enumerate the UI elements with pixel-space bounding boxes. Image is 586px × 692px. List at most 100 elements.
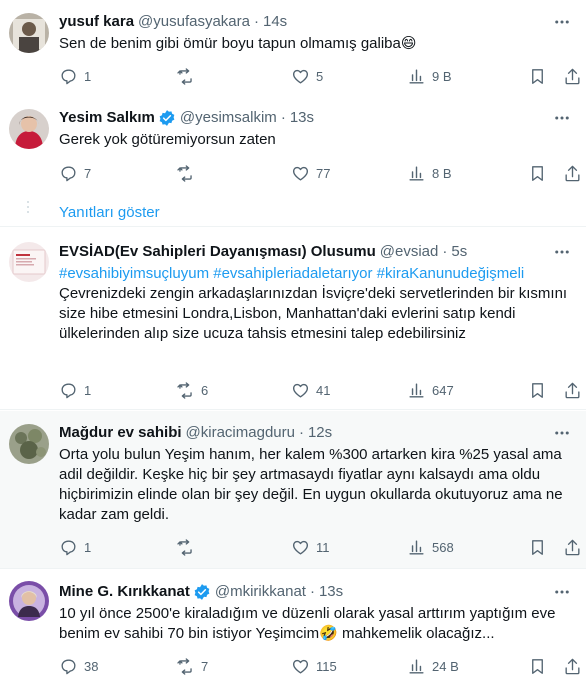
avatar[interactable] [9, 242, 49, 282]
tweet-hashtags[interactable]: #evsahibiyimsuçluyum #evsahipleriadaleta… [59, 264, 572, 284]
like-button[interactable]: 115 [291, 656, 337, 676]
separator-dot: · [309, 583, 315, 600]
tweet-0[interactable]: yusuf kara @yusufasyakara · 14s Sen de b… [0, 0, 586, 103]
retweet-icon [177, 538, 192, 556]
bookmark-button[interactable] [528, 163, 547, 183]
author-name[interactable]: Yesim Salkım [59, 108, 155, 128]
like-button[interactable]: 11 [291, 537, 330, 557]
bookmark-button[interactable] [528, 537, 547, 557]
view-count: 647 [432, 382, 454, 398]
share-button[interactable] [563, 656, 582, 676]
separator-dot: · [298, 424, 304, 441]
tweet-text: Çevrenizdeki zengin arkadaşlarınızdan İs… [59, 285, 568, 342]
reply-count: 38 [84, 658, 99, 674]
avatar[interactable] [9, 424, 49, 464]
author-name[interactable]: Mağdur ev sahibi [59, 423, 182, 443]
tweet-time[interactable]: 14s [263, 12, 287, 32]
avatar-photo-icon [9, 424, 49, 464]
retweet-button[interactable] [176, 163, 201, 183]
bookmark-icon [532, 382, 543, 398]
tweet-1[interactable]: Yesim Salkım @yesimsalkim · 13s Gerek yo… [0, 103, 586, 199]
view-count: 8 B [432, 165, 452, 181]
like-button[interactable]: 77 [291, 163, 330, 183]
tweet-time[interactable]: 12s [308, 423, 332, 443]
author-handle[interactable]: @evsiad [380, 242, 439, 262]
avatar[interactable] [9, 109, 49, 149]
tweet-3[interactable]: Mağdur ev sahibi @kiracimagduru · 12s Or… [0, 411, 586, 569]
like-count: 41 [316, 382, 331, 398]
like-count: 5 [316, 68, 324, 84]
retweet-button[interactable] [176, 537, 201, 557]
tweet-time[interactable]: 13s [290, 108, 314, 128]
reply-button[interactable]: 1 [59, 66, 91, 86]
more-options-icon[interactable] [552, 423, 572, 443]
author-name[interactable]: Mine G. Kırıkkanat [59, 582, 190, 602]
avatar-photo-icon [9, 581, 49, 621]
views-button[interactable]: 647 [407, 380, 454, 400]
author-name[interactable]: yusuf kara [59, 12, 134, 32]
view-count: 9 B [432, 68, 452, 84]
author-name[interactable]: EVSİAD(Ev Sahipleri Dayanışması) Olusumu [59, 242, 376, 262]
heart-icon [292, 69, 309, 84]
tweet-text: 10 yıl önce 2500'e kiraladığım ve düzenl… [59, 605, 556, 642]
bookmark-button[interactable] [528, 656, 547, 676]
view-count: 568 [432, 539, 454, 555]
more-options-icon[interactable] [552, 108, 572, 128]
separator-dot: · [442, 243, 448, 260]
more-options-icon[interactable] [552, 582, 572, 602]
share-icon [565, 658, 580, 674]
author-handle[interactable]: @yusufasyakara [138, 12, 250, 32]
avatar-logo-icon [9, 242, 49, 282]
retweet-icon [177, 67, 192, 85]
reply-button[interactable]: 1 [59, 380, 91, 400]
avatar[interactable] [9, 13, 49, 53]
bookmark-icon [532, 539, 543, 555]
reply-button[interactable]: 7 [59, 163, 91, 183]
retweet-count: 7 [201, 658, 209, 674]
views-chart-icon [409, 539, 424, 555]
share-icon [565, 382, 580, 398]
retweet-button[interactable] [176, 66, 201, 86]
more-options-icon[interactable] [552, 12, 572, 32]
bookmark-button[interactable] [528, 380, 547, 400]
author-handle[interactable]: @kiracimagduru [186, 423, 295, 443]
retweet-button[interactable]: 6 [176, 380, 208, 400]
reply-count: 1 [84, 539, 92, 555]
more-options-icon[interactable] [552, 242, 572, 262]
views-button[interactable]: 9 B [407, 66, 452, 86]
avatar[interactable] [9, 581, 49, 621]
show-replies-link[interactable]: Yanıtları göster [59, 203, 160, 223]
views-button[interactable]: 24 B [407, 656, 459, 676]
tweet-time[interactable]: 5s [451, 242, 467, 262]
reply-count: 1 [84, 68, 92, 84]
views-button[interactable]: 568 [407, 537, 454, 557]
tweet-4[interactable]: Mine G. Kırıkkanat @mkirikkanat · 13s 10… [0, 570, 586, 692]
show-replies-row[interactable]: Yanıtları göster [0, 199, 586, 227]
views-button[interactable]: 8 B [407, 163, 452, 183]
heart-icon [292, 166, 309, 181]
author-handle[interactable]: @mkirikkanat [215, 582, 306, 602]
verified-badge-icon [194, 584, 210, 600]
share-button[interactable] [563, 66, 582, 86]
author-handle[interactable]: @yesimsalkim [180, 108, 277, 128]
share-icon [565, 68, 580, 84]
share-button[interactable] [563, 537, 582, 557]
reply-button[interactable]: 1 [59, 537, 91, 557]
reply-button[interactable]: 38 [59, 656, 98, 676]
tweet-time[interactable]: 13s [319, 582, 343, 602]
bookmark-button[interactable] [528, 66, 547, 86]
retweet-button[interactable]: 7 [176, 656, 208, 676]
like-button[interactable]: 41 [291, 380, 330, 400]
tweet-text: Sen de benim gibi ömür boyu tapun olmamı… [59, 35, 417, 52]
reply-icon [61, 382, 76, 398]
share-icon [565, 539, 580, 555]
heart-icon [292, 659, 309, 674]
reply-icon [61, 658, 76, 674]
reply-icon [61, 68, 76, 84]
like-count: 11 [316, 539, 330, 555]
like-button[interactable]: 5 [291, 66, 323, 86]
separator-dot: · [280, 109, 286, 126]
tweet-2[interactable]: EVSİAD(Ev Sahipleri Dayanışması) Olusumu… [0, 228, 586, 410]
share-button[interactable] [563, 380, 582, 400]
share-button[interactable] [563, 163, 582, 183]
